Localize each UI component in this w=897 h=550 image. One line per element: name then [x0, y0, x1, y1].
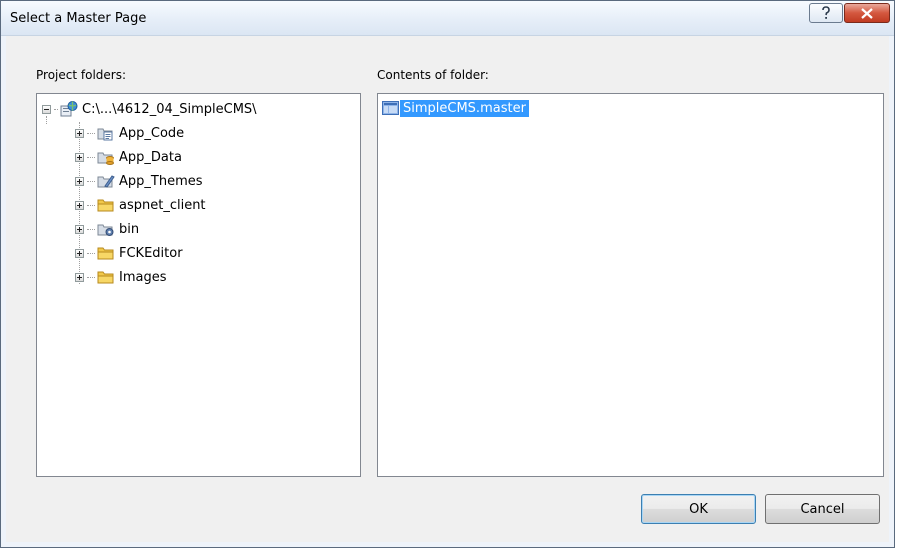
expand-toggle-icon[interactable] — [75, 176, 84, 186]
tree-item-label: App_Themes — [119, 173, 203, 189]
tree-item-label: aspnet_client — [119, 197, 206, 213]
question-mark-icon — [822, 6, 830, 19]
bin-folder-icon — [97, 224, 114, 236]
cancel-button[interactable]: Cancel — [765, 494, 880, 524]
dialog-window: Select a Master Page Project folders: Co… — [0, 0, 895, 548]
file-name-label: SimpleCMS.master — [400, 99, 529, 117]
collapse-toggle-icon[interactable] — [42, 104, 51, 114]
contents-of-folder-label: Contents of folder: — [377, 68, 489, 82]
data-folder-icon — [97, 152, 114, 165]
tree-item-app-themes[interactable]: App_Themes — [75, 170, 203, 192]
ok-button[interactable]: OK — [641, 494, 756, 524]
tree-root-label: C:\...\4612_04_SimpleCMS\ — [82, 101, 257, 117]
close-icon — [861, 7, 873, 19]
dialog-content: Project folders: Contents of folder: C:\… — [6, 36, 889, 542]
tree-item-label: bin — [119, 221, 140, 237]
window-title: Select a Master Page — [10, 11, 147, 26]
tree-item-bin[interactable]: bin — [75, 218, 139, 240]
folder-contents-list[interactable]: SimpleCMS.master — [377, 93, 884, 477]
project-folders-tree[interactable]: C:\...\4612_04_SimpleCMS\ App_Code App_D… — [36, 93, 361, 477]
folder-icon — [97, 247, 114, 260]
tree-item-label: App_Data — [119, 149, 182, 165]
tree-item-app-code[interactable]: App_Code — [75, 122, 184, 144]
folder-icon — [97, 271, 114, 284]
tree-item-images[interactable]: Images — [75, 266, 167, 288]
tree-item-app-data[interactable]: App_Data — [75, 146, 182, 168]
web-project-icon — [60, 101, 78, 117]
tree-item-aspnet-client[interactable]: aspnet_client — [75, 194, 206, 216]
expand-toggle-icon[interactable] — [75, 224, 84, 234]
tree-item-label: FCKEditor — [119, 245, 183, 261]
expand-toggle-icon[interactable] — [75, 128, 84, 138]
tree-root[interactable]: C:\...\4612_04_SimpleCMS\ — [42, 98, 257, 120]
expand-toggle-icon[interactable] — [75, 152, 84, 162]
folder-icon — [97, 199, 114, 212]
project-folders-label: Project folders: — [36, 68, 126, 82]
file-item-simplecms-master[interactable]: SimpleCMS.master — [382, 98, 529, 118]
themes-folder-icon — [97, 175, 115, 188]
expand-toggle-icon[interactable] — [75, 200, 84, 210]
tree-item-label: Images — [119, 269, 167, 285]
expand-toggle-icon[interactable] — [75, 248, 84, 258]
tree-item-fckeditor[interactable]: FCKEditor — [75, 242, 183, 264]
code-folder-icon — [97, 128, 113, 141]
title-bar[interactable]: Select a Master Page — [1, 1, 894, 36]
close-button[interactable] — [844, 3, 890, 23]
master-page-file-icon — [382, 101, 399, 115]
expand-toggle-icon[interactable] — [75, 272, 84, 282]
help-button[interactable] — [809, 3, 843, 23]
tree-item-label: App_Code — [119, 125, 185, 141]
